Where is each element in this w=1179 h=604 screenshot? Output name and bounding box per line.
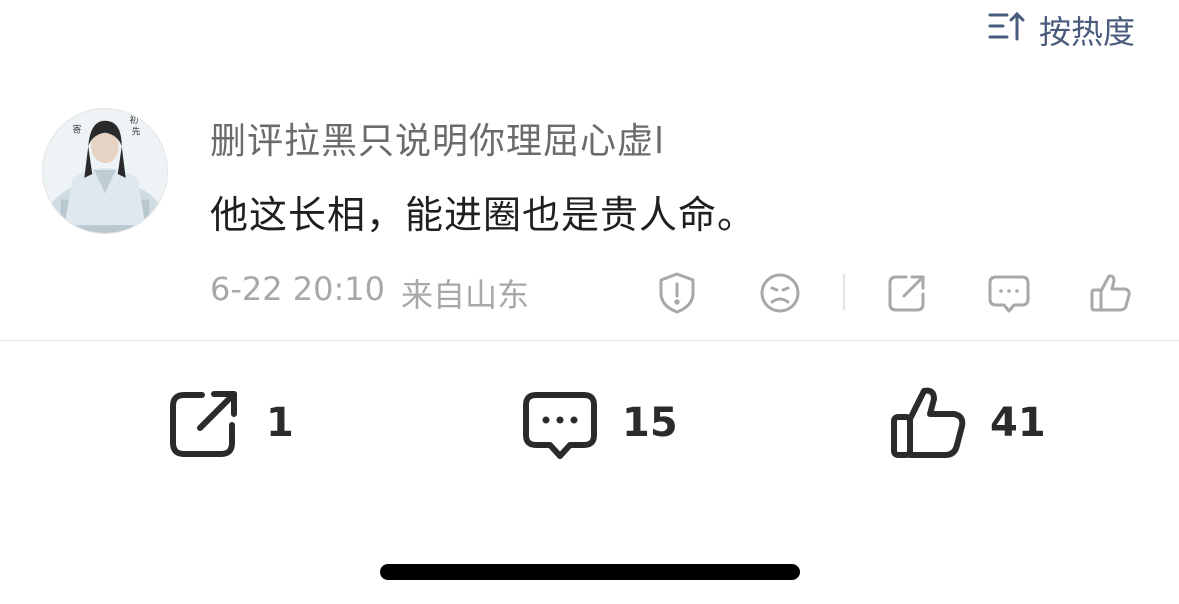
home-indicator[interactable] bbox=[380, 564, 800, 580]
avatar[interactable]: 寄 初 先 bbox=[42, 108, 168, 234]
share-comment-button[interactable] bbox=[884, 270, 930, 316]
section-divider bbox=[0, 340, 1179, 341]
reply-icon bbox=[986, 270, 1032, 316]
dislike-icon bbox=[757, 270, 803, 316]
share-button[interactable]: 1 bbox=[164, 378, 294, 468]
comment-item: 寄 初 先 删评拉黑只说明你理屈心虚l 他这长相，能进圈也是贵人命。 6-22 … bbox=[0, 100, 1179, 340]
share-count: 1 bbox=[266, 400, 294, 446]
comment-actions bbox=[0, 268, 1179, 318]
report-icon bbox=[654, 270, 700, 316]
thumbs-up-icon bbox=[888, 383, 968, 463]
comment-button[interactable]: 15 bbox=[520, 378, 678, 468]
svg-text:寄: 寄 bbox=[73, 124, 82, 136]
comment-body: 他这长相，能进圈也是贵人命。 bbox=[210, 193, 757, 237]
sort-icon bbox=[987, 6, 1027, 54]
like-icon bbox=[1088, 270, 1134, 316]
actions-divider bbox=[843, 274, 845, 310]
share-icon bbox=[164, 383, 244, 463]
like-button[interactable]: 41 bbox=[888, 378, 1046, 468]
sort-by-hotness-toggle[interactable]: 按热度 bbox=[987, 8, 1135, 52]
dislike-button[interactable] bbox=[757, 270, 803, 316]
svg-text:初: 初 bbox=[130, 114, 139, 126]
comment-username[interactable]: 删评拉黑只说明你理屈心虚l bbox=[210, 112, 665, 164]
svg-text:先: 先 bbox=[132, 126, 141, 138]
reply-button[interactable] bbox=[986, 270, 1032, 316]
comment-icon bbox=[520, 383, 600, 463]
like-comment-button[interactable] bbox=[1088, 270, 1134, 316]
share-icon bbox=[884, 270, 930, 316]
bottom-action-bar: 1 15 41 bbox=[0, 378, 1179, 468]
comment-count: 15 bbox=[622, 400, 678, 446]
sort-label: 按热度 bbox=[1038, 13, 1135, 51]
like-count: 41 bbox=[990, 400, 1046, 446]
report-button[interactable] bbox=[654, 270, 700, 316]
